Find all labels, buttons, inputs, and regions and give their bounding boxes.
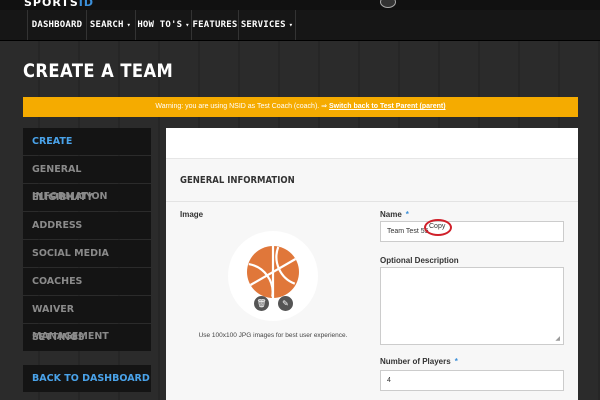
nav-item-search[interactable]: SEARCH ▾	[87, 10, 134, 40]
sidebar-item-create[interactable]: CREATE	[23, 128, 151, 155]
form-panel: GENERAL INFORMATION Image 🗑 ✎ Use 100x10…	[166, 128, 578, 400]
sidebar-item-eligibility[interactable]: ELIGIBILITY	[23, 184, 151, 211]
name-label: Name *	[380, 210, 409, 219]
warning-text: Warning: you are using NSID as Test Coac…	[155, 103, 320, 110]
arrow-icon: ⇒	[321, 103, 328, 110]
nav-separator	[295, 10, 296, 40]
sidebar-item-general-information[interactable]: GENERAL INFORMATION	[23, 156, 151, 202]
name-input[interactable]: Team Test 55	[380, 221, 564, 242]
image-hint: Use 100x100 JPG images for best user exp…	[198, 332, 348, 339]
players-label: Number of Players *	[380, 357, 458, 366]
top-strip: SPORTSID	[0, 0, 600, 10]
switch-back-link[interactable]: Switch back to Test Parent (parent)	[329, 103, 446, 110]
description-label: Optional Description	[380, 256, 459, 265]
section-title: GENERAL INFORMATION	[180, 175, 295, 186]
image-label: Image	[180, 210, 204, 219]
main-nav: DASHBOARD SEARCH ▾ HOW TO'S ▾ FEATURES SER…	[0, 10, 600, 41]
nav-item-dashboard[interactable]: DASHBOARD	[28, 10, 86, 40]
nav-item-features[interactable]: FEATURES	[192, 10, 238, 40]
back-to-dashboard-button[interactable]: BACK TO DASHBOARD	[23, 365, 151, 392]
impersonation-warning: Warning: you are using NSID as Test Coac…	[23, 97, 578, 117]
basketball-icon	[380, 0, 396, 8]
chevron-down-icon: ▾	[126, 21, 132, 29]
nav-item-services[interactable]: SERVICES ▾	[239, 10, 295, 40]
sidebar-menu: CREATE GENERAL INFORMATION ELIGIBILITY A…	[23, 128, 151, 352]
copy-text: Copy	[429, 223, 446, 230]
section-divider	[166, 201, 578, 202]
pencil-icon[interactable]: ✎	[278, 296, 293, 311]
players-input[interactable]: 4	[380, 370, 564, 391]
sidebar-item-waiver-management[interactable]: WAIVER MANAGEMENT	[23, 296, 151, 342]
resize-handle-icon[interactable]: ◢	[555, 335, 560, 342]
page-title: CREATE A TEAM	[23, 60, 174, 82]
sidebar-item-coaches[interactable]: COACHES	[23, 268, 151, 295]
sidebar-item-address[interactable]: ADDRESS	[23, 212, 151, 239]
sidebar-item-social-media[interactable]: SOCIAL MEDIA	[23, 240, 151, 267]
chevron-down-icon: ▾	[288, 21, 294, 29]
description-textarea[interactable]: ◢	[380, 267, 564, 345]
brand-logo[interactable]: SPORTSID	[24, 0, 94, 8]
team-image-preview[interactable]: 🗑 ✎	[228, 231, 318, 321]
nav-item-how-tos[interactable]: HOW TO'S ▾	[136, 10, 191, 40]
panel-body: GENERAL INFORMATION Image 🗑 ✎ Use 100x10…	[166, 159, 578, 400]
chevron-down-icon: ▾	[185, 21, 190, 29]
trash-icon[interactable]: 🗑	[254, 296, 269, 311]
panel-header	[166, 128, 578, 159]
basketball-icon	[247, 246, 299, 298]
